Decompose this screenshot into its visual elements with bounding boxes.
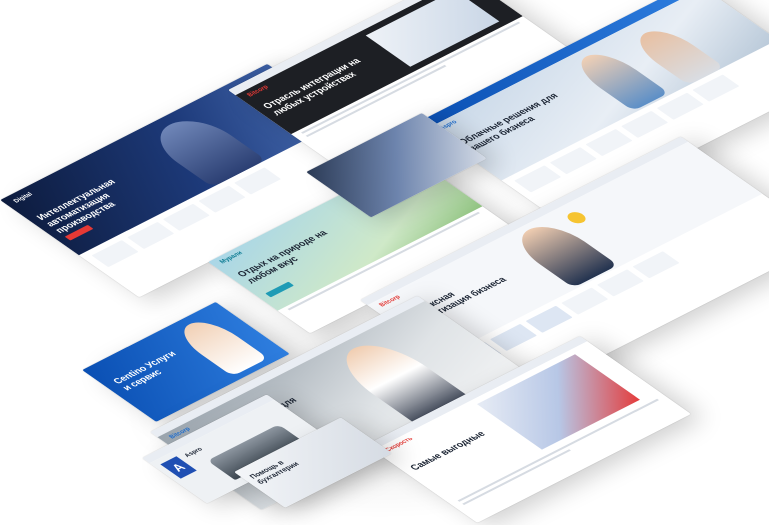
card-title: Самые выгодные: [407, 429, 488, 472]
card-brand: Digital: [12, 191, 35, 205]
promo-badge: [563, 209, 590, 226]
auto-logo-block: A: [160, 456, 197, 479]
isometric-website-collage: Digital Интеллектуальная автоматизация п…: [0, 0, 769, 525]
card-title: Centinо Услуги и сервис: [110, 349, 179, 393]
card-brand: Aspro: [183, 446, 205, 459]
card-cta-button: [265, 281, 294, 298]
card-brand: Bitcorp: [246, 84, 271, 99]
